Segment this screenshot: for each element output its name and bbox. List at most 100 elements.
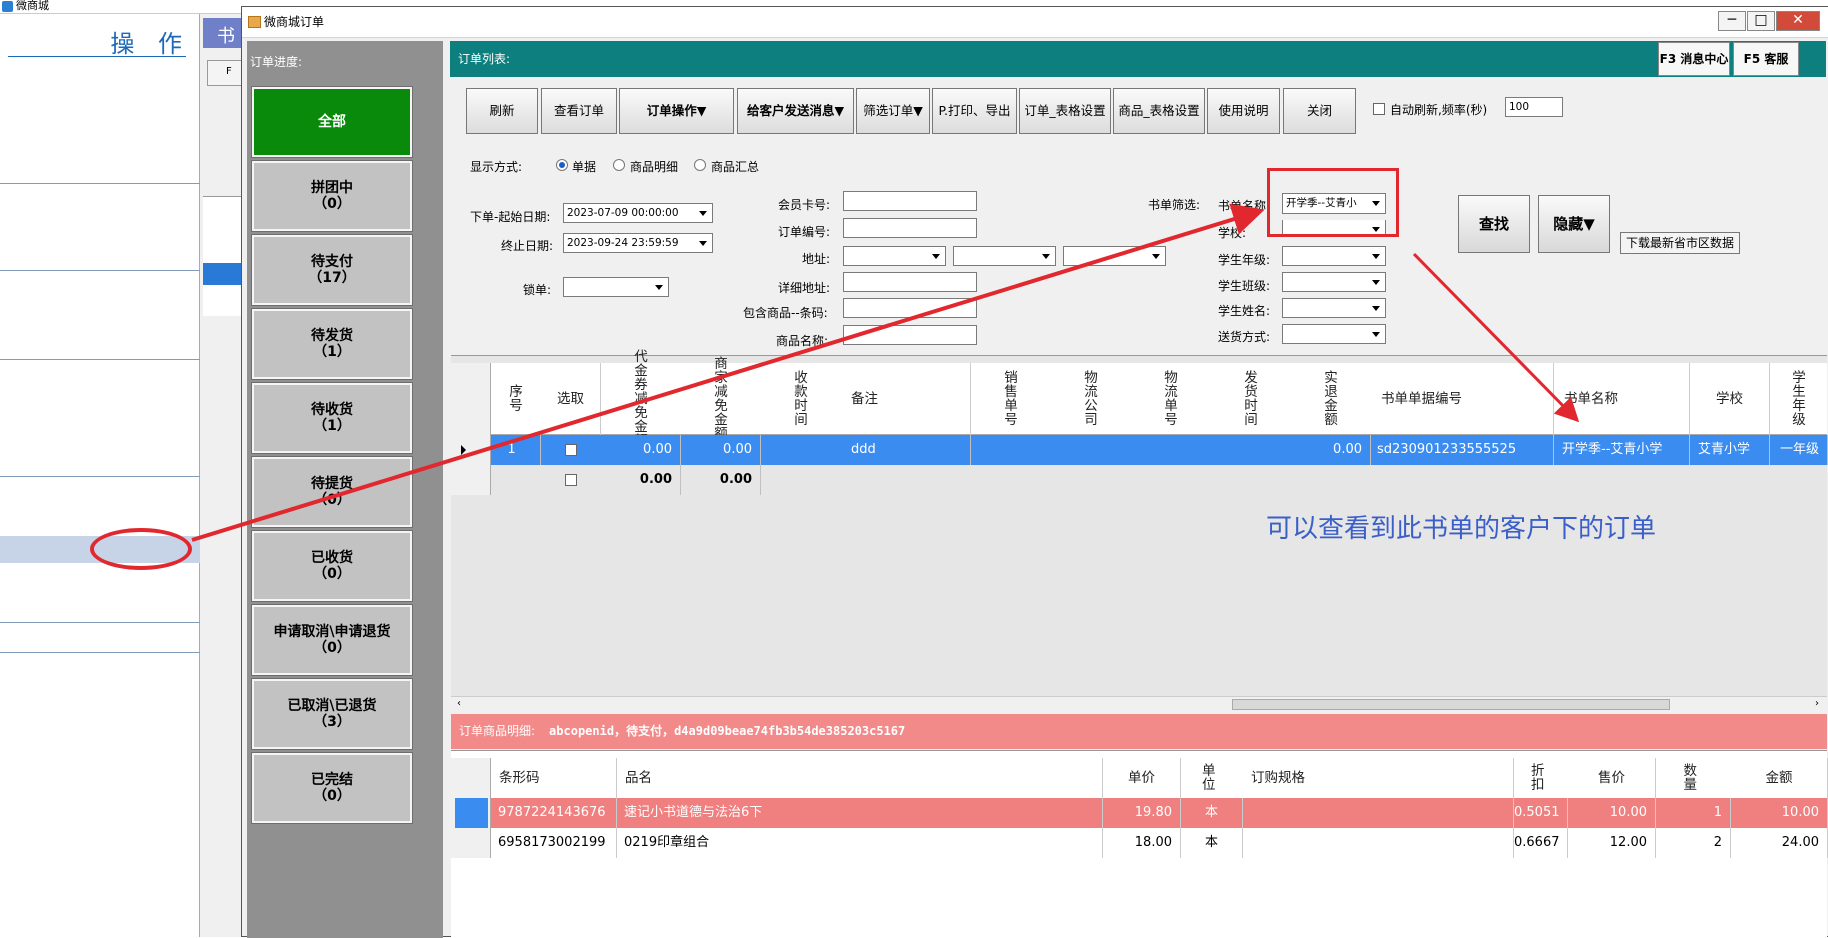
filter-orders-button[interactable]: 筛选订单▼ — [856, 88, 930, 134]
customer-service-button[interactable]: F5 客服 — [1733, 42, 1799, 76]
message-center-button[interactable]: F3 消息中心 — [1658, 42, 1730, 76]
province-select[interactable] — [843, 246, 946, 266]
refresh-button[interactable]: 刷新 — [466, 88, 538, 134]
auto-refresh-checkbox[interactable] — [1373, 103, 1385, 115]
progress-button[interactable]: 已取消\已退货 （3） — [251, 678, 413, 750]
goods-name-label: 商品名称: — [776, 334, 829, 348]
orders-column-header[interactable]: 书单名称 — [1554, 363, 1690, 435]
goods-grid-settings-button[interactable]: 商品_表格设置 — [1113, 88, 1205, 134]
progress-button-label: 拼团中 — [311, 180, 353, 196]
orders-column-header[interactable]: 发货时间 — [1241, 363, 1261, 435]
progress-button[interactable]: 待收货 （1） — [251, 382, 413, 454]
order-number-label: 订单编号: — [778, 225, 831, 239]
detail-column-header[interactable]: 折扣 — [1531, 758, 1551, 798]
close-button[interactable]: 关闭 — [1283, 88, 1356, 134]
hide-button[interactable]: 隐藏▼ — [1538, 195, 1610, 253]
detail-column-header[interactable]: 单位 — [1202, 758, 1222, 798]
progress-button[interactable]: 申请取消\申请退货 （0） — [251, 604, 413, 676]
find-button[interactable]: 查找 — [1458, 195, 1530, 253]
progress-button[interactable]: 已收货 （0） — [251, 530, 413, 602]
barcode-input[interactable] — [843, 298, 977, 318]
progress-button[interactable]: 已完结 （0） — [251, 752, 413, 824]
select-checkbox[interactable] — [565, 444, 577, 456]
orders-column-header[interactable]: 销售单号 — [1001, 363, 1021, 435]
cell-note: ddd — [841, 435, 971, 465]
detail-cell-name: 速记小书道德与法治6下 — [617, 798, 1103, 828]
mode-detail-radio[interactable] — [613, 159, 625, 171]
detail-column-header[interactable]: 金额 — [1731, 758, 1828, 798]
detail-cell-amount: 10.00 — [1731, 798, 1828, 828]
detail-column-header[interactable]: 条形码 — [491, 758, 617, 798]
orders-column-header[interactable]: 商家减免金额 — [711, 357, 731, 441]
progress-button[interactable]: 待提货 （0） — [251, 456, 413, 528]
send-customer-message-button[interactable]: 给客户发送消息▼ — [737, 88, 854, 134]
scroll-right-icon[interactable]: › — [1815, 698, 1819, 709]
orders-column-header[interactable]: 学校 — [1690, 363, 1770, 435]
progress-button[interactable]: 待支付 （17） — [251, 234, 413, 306]
mode-summary-radio[interactable] — [694, 159, 706, 171]
orders-column-header[interactable]: 收款时间 — [791, 363, 811, 435]
goods-name-input[interactable] — [843, 325, 977, 345]
orders-column-header[interactable]: 书单单据编号 — [1371, 363, 1554, 435]
class-select[interactable] — [1282, 272, 1386, 292]
cell-coupon: 0.00 — [601, 435, 681, 465]
detail-column-header[interactable]: 订购规格 — [1243, 758, 1514, 798]
order-detail-label: 订单商品明细: — [459, 724, 536, 738]
start-date-picker[interactable]: 2023-07-09 00:00:00 — [563, 203, 713, 223]
detail-column-header[interactable]: 售价 — [1568, 758, 1656, 798]
background-tab[interactable]: 书 — [203, 18, 243, 48]
download-region-data-button[interactable]: 下载最新省市区数据 — [1620, 232, 1740, 254]
order-number-input[interactable] — [843, 218, 977, 238]
refresh-interval-input[interactable]: 100 — [1505, 97, 1563, 117]
district-select[interactable] — [1063, 246, 1166, 266]
select-checkbox[interactable] — [565, 474, 577, 486]
maximize-button[interactable]: □ — [1747, 11, 1775, 31]
orders-column-header[interactable]: 物流公司 — [1081, 363, 1101, 435]
progress-button[interactable]: 全部 — [251, 86, 413, 158]
progress-button[interactable]: 拼团中 （0） — [251, 160, 413, 232]
minimize-button[interactable]: ─ — [1718, 11, 1746, 31]
orders-scrollbar-thumb[interactable] — [1232, 699, 1670, 710]
order-operations-button[interactable]: 订单操作▼ — [619, 88, 734, 134]
scroll-left-icon[interactable]: ‹ — [457, 698, 461, 709]
window-icon — [248, 16, 261, 28]
detail-cell-discount: 0.5051 — [1514, 798, 1568, 828]
detail-column-header[interactable]: 数量 — [1683, 758, 1704, 798]
detail-cell-spec — [1243, 828, 1514, 858]
sidebar-divider — [0, 270, 200, 271]
mode-summary-label: 商品汇总 — [711, 160, 760, 174]
delivery-select[interactable] — [1282, 324, 1386, 344]
orders-column-header[interactable]: 序号 — [506, 363, 526, 435]
sidebar-divider — [0, 359, 200, 360]
cell-total-coupon: 0.00 — [601, 465, 681, 495]
orders-column-header[interactable]: 实退金额 — [1321, 363, 1341, 435]
view-order-button[interactable]: 查看订单 — [541, 88, 617, 134]
grade-select[interactable] — [1282, 246, 1386, 266]
progress-button[interactable]: 待发货 （1） — [251, 308, 413, 380]
orders-column-header[interactable]: 备注 — [841, 363, 971, 435]
progress-button-count: （0） — [313, 640, 351, 656]
mode-single-radio[interactable] — [556, 159, 568, 171]
lock-select[interactable] — [563, 277, 669, 297]
detail-column-header[interactable]: 品名 — [617, 758, 1103, 798]
help-button[interactable]: 使用说明 — [1207, 88, 1280, 134]
auto-refresh-label: 自动刷新,频率(秒) — [1390, 103, 1488, 117]
city-select[interactable] — [953, 246, 1056, 266]
order-detail-header: 订单商品明细: abcopenid，待支付，d4a9d09beae74fb3b54… — [451, 714, 1827, 749]
detail-cell-unit: 本 — [1181, 828, 1243, 858]
order-grid-settings-button[interactable]: 订单_表格设置 — [1019, 88, 1111, 134]
print-export-button[interactable]: P.打印、导出 — [932, 88, 1017, 134]
student-name-select[interactable] — [1282, 298, 1386, 318]
detail-address-input[interactable] — [843, 272, 977, 292]
orders-column-header[interactable]: 学生年级 — [1789, 363, 1809, 435]
member-card-input[interactable] — [843, 191, 977, 211]
detail-cell-unit: 本 — [1181, 798, 1243, 828]
close-window-button[interactable]: ✕ — [1776, 11, 1820, 31]
orders-column-header[interactable]: 选取 — [541, 363, 601, 435]
orders-column-header[interactable]: 物流单号 — [1161, 363, 1181, 435]
orders-column-header[interactable]: 代金券减免金额 — [631, 350, 651, 448]
member-card-label: 会员卡号: — [778, 198, 831, 212]
sidebar-title: 操 作 — [110, 30, 190, 58]
end-date-picker[interactable]: 2023-09-24 23:59:59 — [563, 233, 713, 253]
detail-column-header[interactable]: 单价 — [1103, 758, 1181, 798]
